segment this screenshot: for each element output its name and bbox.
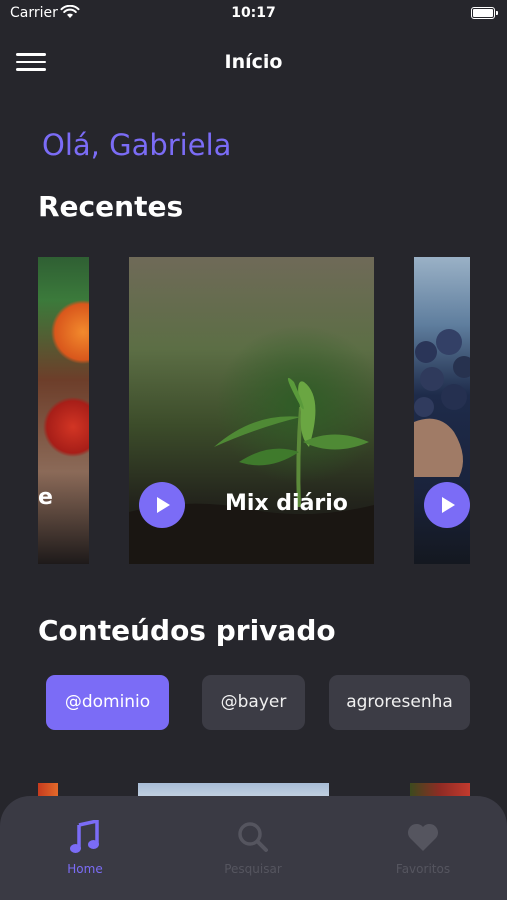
recent-card-label: e — [38, 485, 53, 510]
play-button[interactable] — [424, 482, 470, 528]
battery-icon — [471, 7, 498, 19]
tab-favorites[interactable]: Favoritos — [383, 820, 463, 876]
search-icon — [238, 822, 268, 852]
clock: 10:17 — [231, 5, 276, 21]
page-title: Início — [224, 51, 283, 73]
tab-search-label: Pesquisar — [224, 862, 282, 876]
private-section-title: Conteúdos privado — [38, 614, 336, 647]
tab-search[interactable]: Pesquisar — [213, 820, 293, 876]
chip-agroresenha[interactable]: agroresenha — [329, 675, 470, 730]
navigation-bar: Início — [0, 40, 507, 84]
tab-home-label: Home — [67, 862, 103, 876]
chip-bayer[interactable]: @bayer — [202, 675, 305, 730]
recent-card-label: Mix diário — [225, 491, 348, 516]
recent-card-blueberries[interactable] — [414, 257, 470, 564]
recent-section-title: Recentes — [38, 190, 184, 223]
music-note-icon — [70, 820, 99, 853]
tab-home[interactable]: Home — [45, 820, 125, 876]
chip-dominio[interactable]: @dominio — [46, 675, 169, 730]
greeting-text: Olá, Gabriela — [42, 128, 232, 162]
status-bar: Carrier 10:17 — [0, 0, 507, 28]
tab-favorites-label: Favoritos — [395, 862, 451, 876]
tab-bar: Home Pesquisar Favoritos — [0, 796, 507, 900]
recent-card-tomatoes[interactable]: e — [38, 257, 89, 564]
play-button[interactable] — [139, 482, 185, 528]
heart-icon — [407, 823, 439, 851]
recent-card-mix-diario[interactable]: Mix diário — [129, 257, 374, 564]
